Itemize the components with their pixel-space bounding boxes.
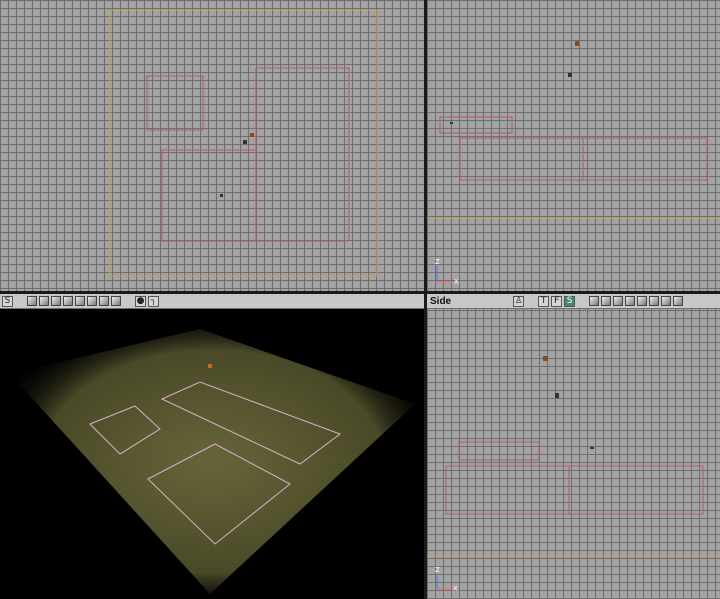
- brush-small-room: [146, 75, 204, 131]
- brush-upper: [458, 441, 540, 461]
- top-view-canvas: [109, 9, 378, 277]
- viewport-divider-horizontal[interactable]: [0, 291, 720, 294]
- brush-tall-room: [255, 67, 350, 242]
- axis-x-label: X: [453, 585, 458, 593]
- side-view-canvas: Z X: [427, 356, 720, 593]
- perspective-viewport[interactable]: S ● ┐: [0, 294, 424, 599]
- side-viewport[interactable]: Side ♙ T F S Z X: [427, 294, 720, 599]
- player-start-icon: [243, 140, 247, 144]
- brush-main-room: [161, 149, 257, 242]
- player-start-icon: [568, 73, 572, 77]
- top-viewport[interactable]: [0, 0, 424, 291]
- terrain-surface: [10, 329, 415, 594]
- brush-lower-right: [568, 465, 704, 515]
- light-actor-icon: [250, 133, 254, 137]
- brush-lower-right: [582, 137, 708, 181]
- pawn-icon: [220, 194, 223, 197]
- light-actor-icon: [575, 41, 579, 46]
- axis-x-label: X: [454, 278, 459, 286]
- pawn-icon: [450, 122, 453, 124]
- front-view-canvas: Z X: [427, 41, 720, 286]
- front-viewport[interactable]: Z X: [427, 0, 720, 291]
- axis-z-label: Z: [435, 258, 440, 266]
- light-actor-icon: [208, 364, 212, 368]
- brush-lower-left: [459, 137, 584, 181]
- viewport-divider-vertical[interactable]: [424, 0, 427, 599]
- player-start-icon: [555, 393, 559, 398]
- light-actor-icon: [543, 356, 548, 361]
- brush-lower-left: [445, 465, 570, 515]
- brush-upper: [439, 116, 513, 134]
- perspective-canvas: [10, 329, 415, 594]
- axis-z-label: Z: [435, 566, 440, 574]
- pawn-icon: [590, 447, 594, 449]
